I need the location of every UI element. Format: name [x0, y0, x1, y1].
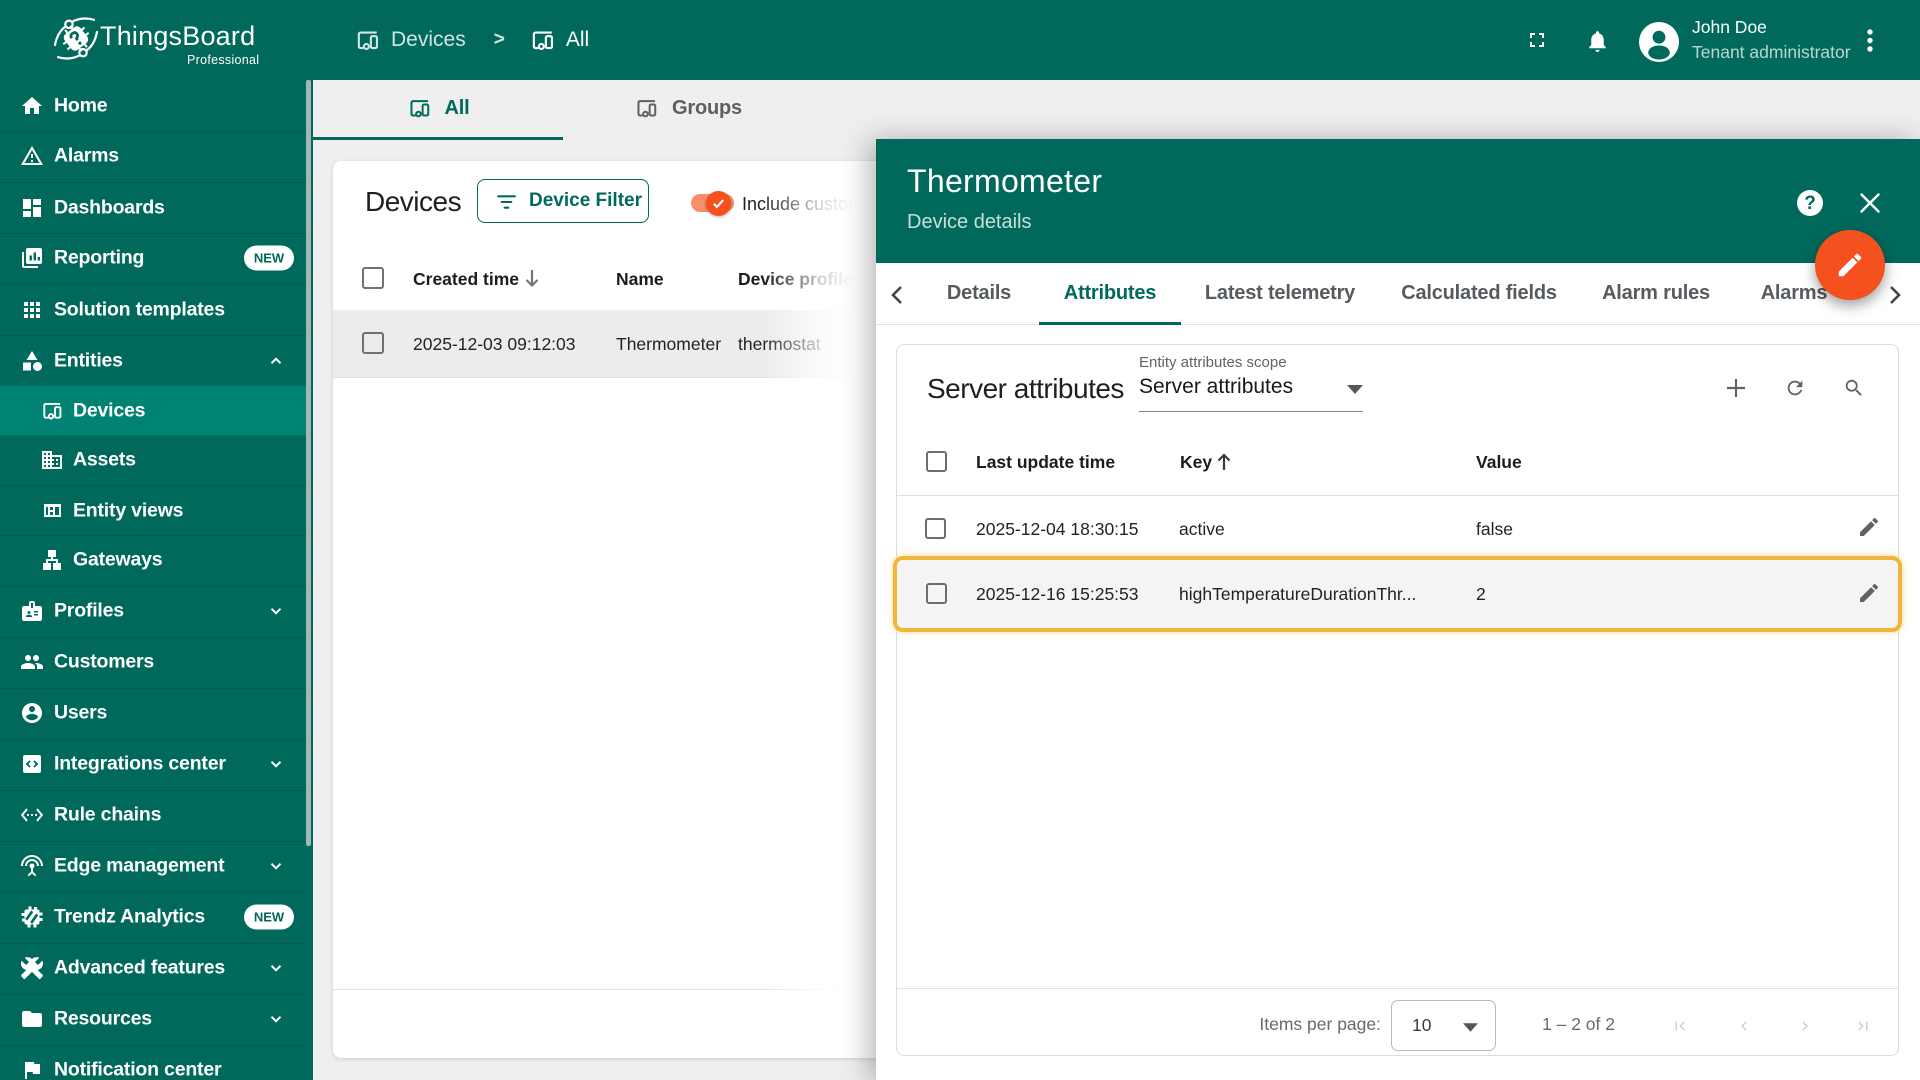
svg-text:?: ?	[1804, 193, 1816, 214]
